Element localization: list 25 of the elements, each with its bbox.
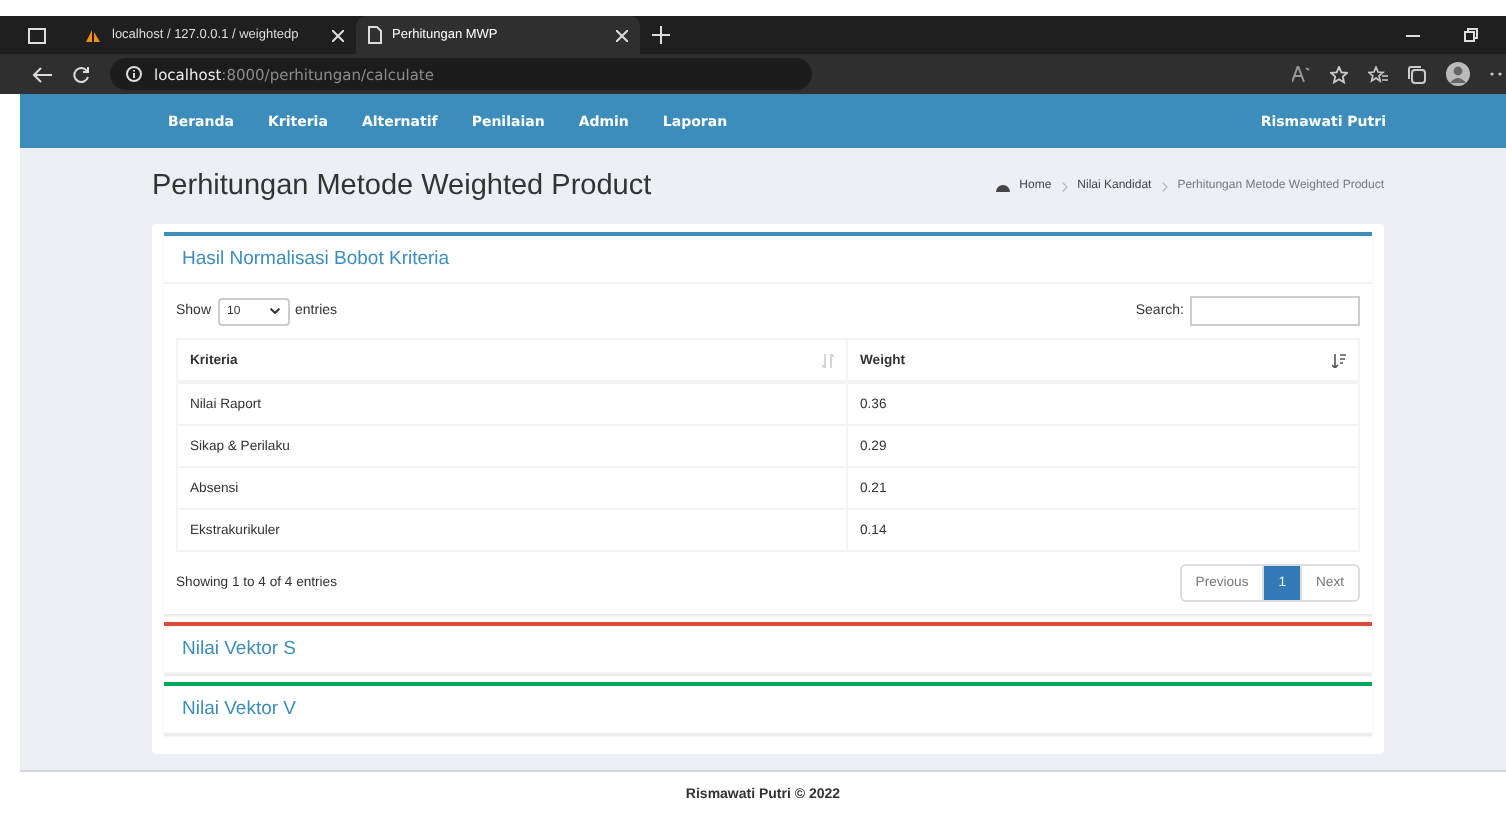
back-icon[interactable] [32,65,52,83]
chevron-right-icon [1161,181,1168,191]
panel-title: Nilai Vektor V [164,686,1372,734]
chevron-right-icon [1061,181,1068,191]
panel-title: Nilai Vektor S [164,626,1372,674]
avatar-icon[interactable] [1446,62,1470,86]
info-icon [126,66,142,82]
favorite-star-icon[interactable] [1330,65,1348,83]
dashboard-icon [995,181,1010,191]
restore-icon[interactable] [1464,28,1478,42]
close-icon[interactable] [332,29,344,41]
document-icon [368,26,382,44]
close-icon[interactable] [616,29,628,41]
search-field[interactable] [1190,296,1360,326]
favorites-icon[interactable] [1368,65,1388,83]
reload-icon[interactable] [72,65,90,83]
page-title: Perhitungan Metode Weighted Product [152,170,652,202]
collections-icon[interactable] [1408,65,1426,83]
sailboat-icon [84,27,102,43]
sort-descending-icon[interactable] [1332,353,1346,367]
chevron-down-icon [269,308,280,314]
new-tab-icon[interactable] [652,26,670,44]
read-aloud-icon[interactable] [1292,66,1310,82]
panel-title: Hasil Normalisasi Bobot Kriteria [164,236,1372,284]
tab-menu-icon[interactable] [27,27,45,43]
